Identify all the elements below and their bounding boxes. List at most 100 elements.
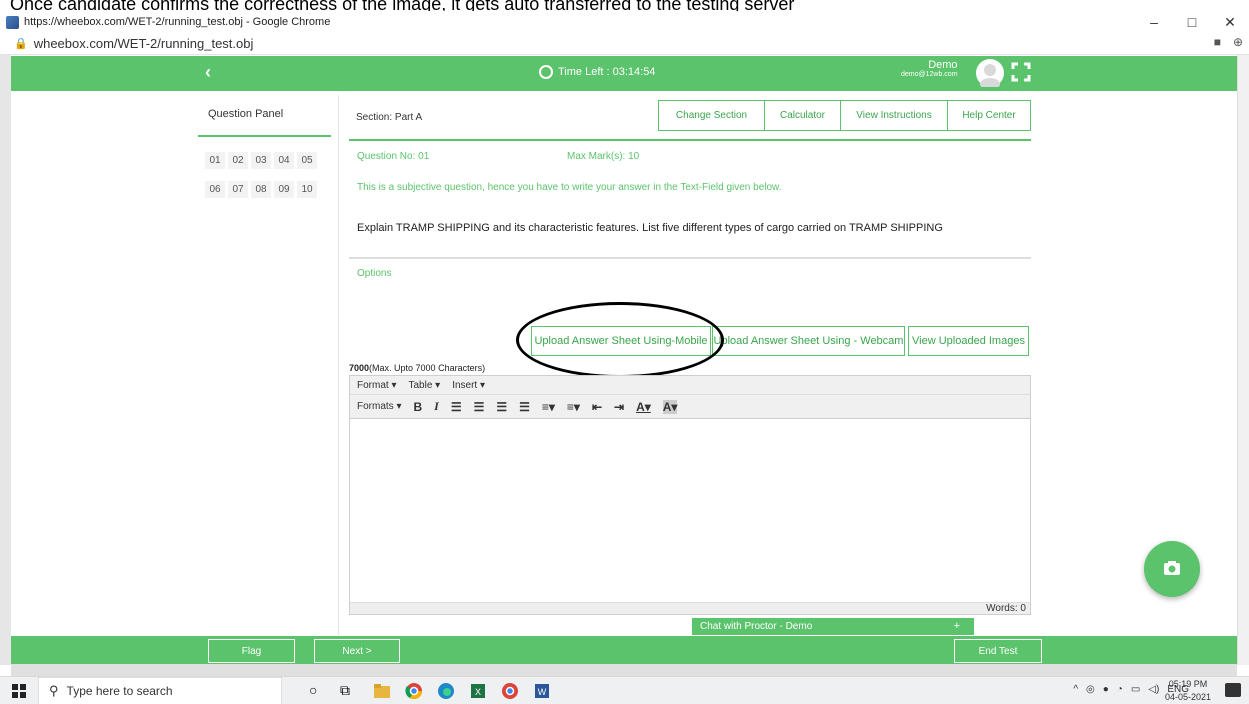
browser-titlebar: https://wheebox.com/WET-2/running_test.o… [0,11,1249,33]
fullscreen-icon[interactable] [1011,62,1031,82]
chevron-up-icon[interactable]: ^ [1073,684,1078,695]
highlight-ellipse [516,302,724,378]
camera-button[interactable] [1144,541,1200,597]
subjective-note: This is a subjective question, hence you… [357,182,782,193]
view-instructions-button[interactable]: View Instructions [840,100,948,131]
bullet-list-icon[interactable]: ≡▾ [542,400,555,414]
clock-date: 04-05-2021 [1165,692,1212,702]
exam-footer: Flag Next > End Test [11,636,1237,664]
chat-label: Chat with Proctor - Demo [700,621,813,632]
question-text: Explain TRAMP SHIPPING and its character… [357,222,943,234]
taskbar-clock[interactable]: 05:19 PM 04-05-2021 [1165,678,1211,704]
editor-toolbar: Formats ▾ B I ☰ ☰ ☰ ☰ ≡▾ ≡▾ ⇤ ⇥ A▾ A▾ [350,395,1030,419]
windows-start-icon[interactable] [12,684,26,698]
close-button[interactable]: ✕ [1211,11,1249,33]
window-title: https://wheebox.com/WET-2/running_test.o… [24,16,331,28]
question-number[interactable]: 02 [228,152,248,169]
question-number[interactable]: 03 [251,152,271,169]
menu-table[interactable]: Table ▾ [408,380,440,391]
question-number[interactable]: 06 [205,181,225,198]
question-number[interactable]: 01 [205,152,225,169]
svg-text:X: X [475,687,481,697]
end-test-button[interactable]: End Test [954,639,1042,663]
address-bar[interactable]: 🔒 wheebox.com/WET-2/running_test.obj ■ ⊕ [0,33,1249,55]
word-icon[interactable]: W [533,682,551,700]
align-justify-icon[interactable]: ☰ [519,400,530,414]
maximize-button[interactable]: □ [1173,11,1211,33]
background-color-icon[interactable]: A▾ [662,399,678,414]
question-number[interactable]: 07 [228,181,248,198]
taskbar-search[interactable]: ⚲ Type here to search [38,677,282,704]
question-grid: 01 02 03 04 05 06 07 08 09 10 [205,152,317,198]
text-color-icon[interactable]: A▾ [636,400,651,414]
question-divider [349,257,1031,259]
formats-dropdown[interactable]: Formats ▾ [357,401,401,412]
volume-icon[interactable]: ◁) [1148,684,1159,695]
calculator-button[interactable]: Calculator [764,100,841,131]
menu-insert[interactable]: Insert ▾ [452,380,485,391]
upload-webcam-button[interactable]: Upload Answer Sheet Using - Webcam [712,326,905,356]
clock-time: 05:19 PM [1168,679,1208,689]
editor-menubar: Format ▾ Table ▾ Insert ▾ [350,376,1030,395]
outdent-icon[interactable]: ⇤ [592,400,602,414]
italic-button[interactable]: I [434,399,439,414]
task-view-icon[interactable]: ⧉ [340,682,358,700]
numbered-list-icon[interactable]: ≡▾ [567,400,580,414]
align-center-icon[interactable]: ☰ [474,400,485,414]
question-number-label: Question No: 01 [357,151,430,162]
section-divider [349,139,1031,141]
wheebox-favicon-icon [6,15,19,29]
battery-icon[interactable]: ▭ [1131,684,1140,695]
user-info: Demo demo@12wb.com [901,59,958,78]
options-label: Options [357,268,392,279]
wifi-icon[interactable]: ◔ [1117,684,1123,695]
user-email: demo@12wb.com [901,71,958,78]
notification-icon[interactable] [1225,683,1241,697]
chevron-left-icon[interactable]: ‹ [205,62,211,83]
bold-button[interactable]: B [413,400,422,414]
question-panel-divider [198,135,331,137]
chrome-icon[interactable] [405,682,423,700]
address-actions: ■ ⊕ [1214,35,1243,49]
align-right-icon[interactable]: ☰ [496,400,507,414]
excel-icon[interactable]: X [469,682,487,700]
help-center-button[interactable]: Help Center [947,100,1031,131]
word-count: Words: 0 [986,603,1026,614]
answer-textarea[interactable] [350,420,1030,602]
change-section-button[interactable]: Change Section [658,100,765,131]
chat-expand-icon[interactable]: + [954,620,960,632]
clock-icon [539,65,553,79]
zoom-icon[interactable]: ⊕ [1233,35,1243,49]
microphone-icon[interactable]: ● [1103,684,1109,695]
network-icon[interactable]: ◎ [1086,684,1095,695]
page-scrollbar[interactable] [1237,55,1249,665]
exam-header: ‹ Time Left : 03:14:54 Demo demo@12wb.co… [11,56,1237,91]
edge-icon[interactable] [437,682,455,700]
view-uploaded-images-button[interactable]: View Uploaded Images [908,326,1029,356]
minimize-button[interactable]: – [1135,11,1173,33]
timer-label: Time Left : 03:14:54 [558,66,656,78]
char-limit-text: (Max. Upto 7000 Characters) [369,363,486,373]
section-label: Section: Part A [356,112,423,123]
char-count: 7000 [349,363,370,373]
next-button[interactable]: Next > [314,639,400,663]
cortana-icon[interactable]: ○ [309,682,327,700]
question-number[interactable]: 04 [274,152,294,169]
chrome-icon-2[interactable] [501,682,519,700]
question-number[interactable]: 10 [297,181,317,198]
indent-icon[interactable]: ⇥ [614,400,624,414]
url-text[interactable]: wheebox.com/WET-2/running_test.obj [34,36,254,51]
chat-with-proctor[interactable]: Chat with Proctor - Demo + [692,618,974,635]
menu-format[interactable]: Format ▾ [357,380,396,391]
top-button-group: Change Section Calculator View Instructi… [658,100,1031,131]
camera-permission-icon[interactable]: ■ [1214,35,1221,49]
question-panel-title: Question Panel [208,108,284,120]
user-name: Demo [928,59,958,71]
flag-button[interactable]: Flag [208,639,295,663]
question-number[interactable]: 08 [251,181,271,198]
align-left-icon[interactable]: ☰ [451,400,462,414]
file-explorer-icon[interactable] [373,682,391,700]
question-number[interactable]: 09 [274,181,294,198]
question-number[interactable]: 05 [297,152,317,169]
search-placeholder: Type here to search [66,684,173,698]
